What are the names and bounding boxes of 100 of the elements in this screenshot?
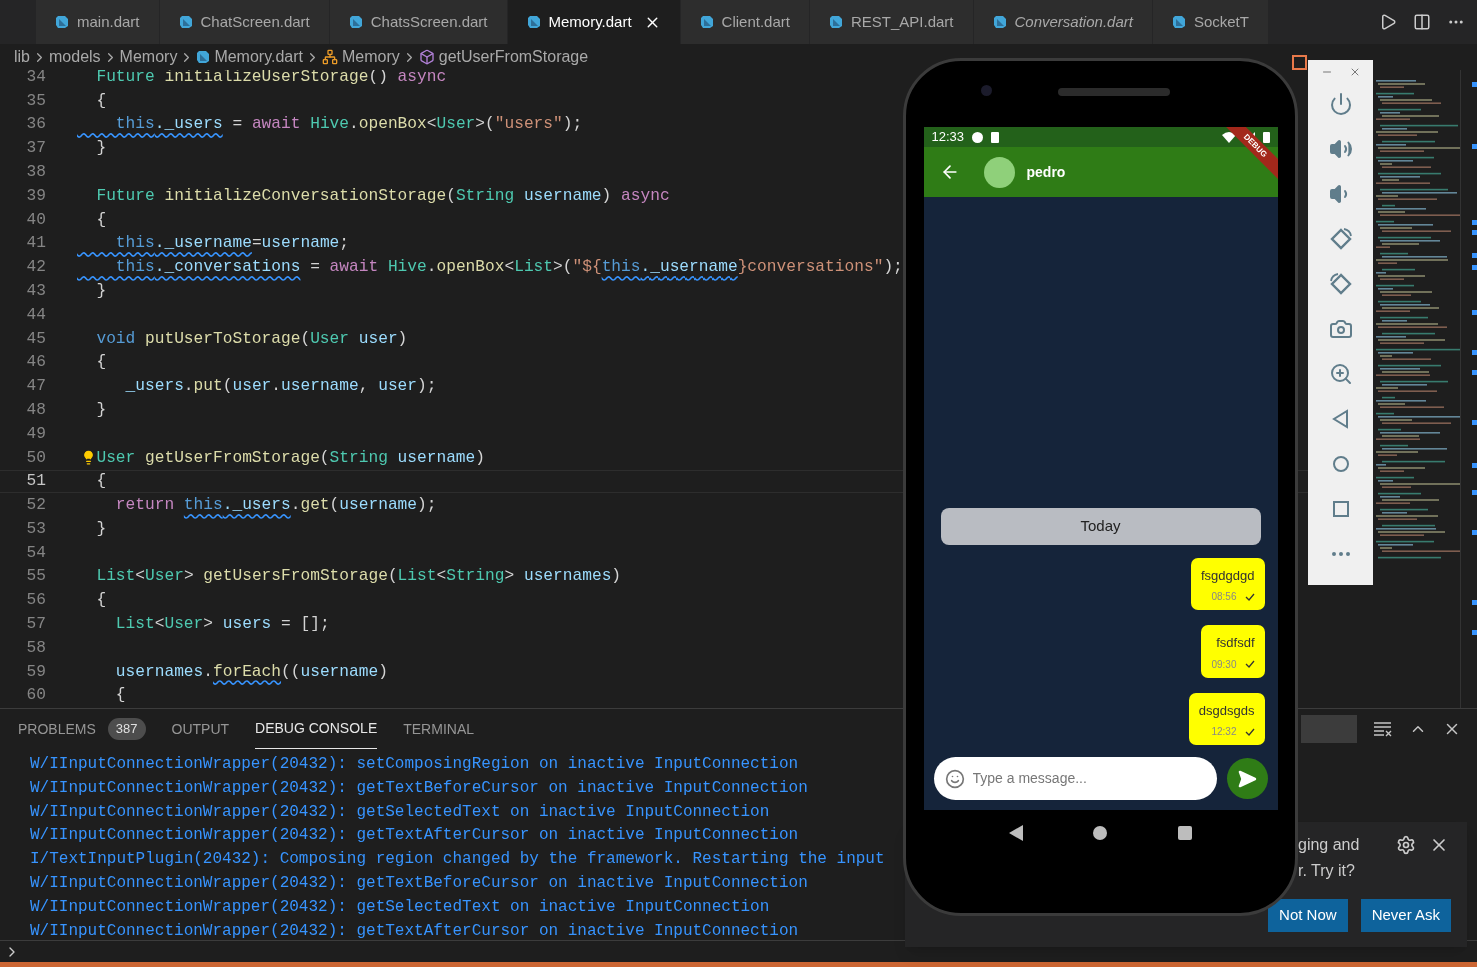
line-number: 35 bbox=[25, 90, 46, 112]
code-text: < bbox=[436, 566, 447, 588]
code-text: username bbox=[523, 185, 602, 207]
run-icon[interactable] bbox=[1379, 13, 1397, 31]
dart-file-icon bbox=[1171, 15, 1186, 29]
code-text: username bbox=[339, 495, 418, 517]
code-text: users bbox=[222, 614, 272, 636]
editor-tab[interactable]: Memory.dart bbox=[507, 0, 681, 44]
code-text: this bbox=[183, 495, 223, 517]
code-text: . bbox=[426, 257, 437, 279]
code-text: > bbox=[504, 566, 516, 588]
editor-tab[interactable]: ChatScreen.dart bbox=[159, 0, 330, 44]
panel-tab[interactable]: OUTPUT bbox=[171, 709, 230, 749]
code-text: async bbox=[621, 185, 670, 207]
breadcrumb-item[interactable]: Memory bbox=[119, 45, 178, 69]
volume-up-icon[interactable] bbox=[1328, 137, 1353, 161]
code-text: initializeConversationStorage bbox=[164, 185, 447, 207]
editor-tab[interactable]: Conversation.dart bbox=[973, 0, 1153, 44]
code-text: List bbox=[114, 614, 155, 636]
code-text: ._users bbox=[154, 114, 223, 136]
code-text: ( bbox=[319, 447, 330, 469]
nav-back-icon[interactable] bbox=[1008, 824, 1023, 841]
code-text: } bbox=[95, 518, 107, 540]
code-text: String bbox=[329, 447, 389, 469]
editor-tab[interactable]: ChatsScreen.dart bbox=[329, 0, 508, 44]
power-icon[interactable] bbox=[1328, 92, 1353, 116]
stop-icon[interactable] bbox=[1292, 55, 1307, 70]
code-text: ) bbox=[601, 185, 613, 207]
panel-tab[interactable]: DEBUG CONSOLE bbox=[255, 709, 378, 749]
dart-file-icon bbox=[699, 15, 714, 29]
camera-icon[interactable] bbox=[1328, 317, 1353, 341]
lightbulb-icon[interactable] bbox=[81, 450, 96, 466]
code-text: await bbox=[329, 257, 380, 279]
notification-button[interactable]: Not Now bbox=[1268, 899, 1348, 932]
message-input[interactable]: Type a message... bbox=[972, 768, 1206, 789]
code-text: ( bbox=[329, 495, 340, 517]
code-text: User bbox=[310, 328, 350, 350]
message-time: 09:30 bbox=[1211, 657, 1237, 672]
date-chip: Today bbox=[940, 507, 1261, 545]
console-line: I/TextInputPlugin(20432): Composing region changed by the framework. Restarting the input bbox=[30, 849, 885, 871]
dart-file-icon bbox=[348, 15, 363, 29]
code-text: forEach bbox=[213, 661, 281, 683]
count-badge: 387 bbox=[107, 718, 146, 740]
code-text: } bbox=[95, 280, 107, 302]
rotate-icon[interactable] bbox=[1328, 227, 1353, 251]
check-icon bbox=[1244, 727, 1255, 736]
code-text: User bbox=[164, 614, 204, 636]
dart-file-icon bbox=[196, 50, 211, 64]
code-text: { bbox=[95, 471, 107, 493]
code-text: get bbox=[300, 495, 330, 517]
split-editor-icon[interactable] bbox=[1413, 13, 1431, 31]
line-number: 36 bbox=[25, 114, 46, 136]
line-number: 54 bbox=[25, 542, 46, 564]
console-line: W/IInputConnectionWrapper(20432): setComposingRegion on inactive InputConnection bbox=[30, 754, 799, 775]
send-button[interactable] bbox=[1226, 758, 1268, 799]
breadcrumb-item[interactable]: models bbox=[49, 45, 101, 69]
line-number: 58 bbox=[25, 637, 46, 659]
settings-icon[interactable] bbox=[1396, 835, 1416, 855]
code-text: ( bbox=[446, 185, 456, 207]
panel-tab-label: TERMINAL bbox=[403, 719, 474, 739]
line-number: 37 bbox=[25, 138, 46, 160]
zoom-icon[interactable] bbox=[1328, 362, 1353, 386]
code-text: user bbox=[378, 376, 418, 398]
code-text: < bbox=[154, 614, 165, 636]
panel-tab-label: OUTPUT bbox=[171, 719, 230, 739]
nav-home-icon[interactable] bbox=[1093, 825, 1108, 840]
line-number: 53 bbox=[25, 518, 46, 540]
editor-tab[interactable]: SocketT bbox=[1152, 0, 1269, 44]
code-text: = bbox=[251, 233, 262, 255]
notification-button[interactable]: Never Ask bbox=[1360, 899, 1451, 932]
code-text: username bbox=[261, 233, 340, 255]
scrollbar[interactable] bbox=[1460, 70, 1477, 708]
panel-tab[interactable]: PROBLEMS 387 bbox=[18, 709, 146, 749]
emoji-icon[interactable] bbox=[944, 768, 965, 789]
rotate-icon[interactable] bbox=[1328, 272, 1353, 296]
code-text: ); bbox=[417, 495, 437, 517]
breadcrumb-item[interactable]: lib bbox=[14, 45, 30, 69]
editor-tab[interactable]: main.dart bbox=[36, 0, 160, 44]
panel-tab-label: DEBUG CONSOLE bbox=[255, 719, 378, 738]
code-text: getUsersFromStorage bbox=[203, 566, 388, 588]
code-text: > bbox=[203, 614, 214, 636]
breadcrumb-item[interactable]: Memory.dart bbox=[214, 45, 303, 69]
line-number: 41 bbox=[25, 233, 46, 255]
message-time: 08:56 bbox=[1211, 590, 1237, 604]
dart-file-icon bbox=[55, 15, 69, 29]
breadcrumb-item[interactable]: Memory bbox=[342, 45, 400, 69]
code-text: ( bbox=[300, 328, 311, 350]
console-line: W/IInputConnectionWrapper(20432): getTextAfterCursor on inactive InputConnection bbox=[30, 920, 799, 940]
dart-file-icon bbox=[828, 15, 843, 29]
code-text: ); bbox=[883, 257, 903, 279]
filter-field[interactable] bbox=[1301, 715, 1357, 743]
clear-console-icon[interactable] bbox=[1373, 721, 1393, 737]
editor-tab[interactable]: Client.dart bbox=[680, 0, 810, 44]
breadcrumb-item[interactable]: getUserFromStorage bbox=[438, 45, 589, 69]
code-text: await bbox=[251, 114, 302, 136]
editor-tab[interactable]: REST_API.dart bbox=[809, 0, 974, 44]
message-field[interactable]: Type a message... bbox=[933, 757, 1217, 800]
code-text: { bbox=[95, 590, 107, 612]
panel-tab[interactable]: TERMINAL bbox=[403, 709, 474, 749]
nav-overview-icon[interactable] bbox=[1178, 825, 1193, 840]
